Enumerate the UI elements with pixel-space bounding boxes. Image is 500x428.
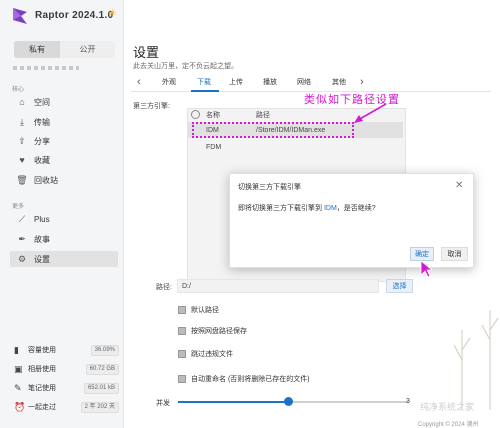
path-input[interactable]: D:/ bbox=[177, 279, 379, 293]
concurrency-value: 3 bbox=[406, 398, 410, 405]
header-radio-icon bbox=[191, 110, 200, 119]
wand-icon: ⟋ bbox=[18, 213, 26, 224]
concurrency-label: 并发 bbox=[156, 400, 170, 407]
engine-label: 第三方引擎: bbox=[133, 103, 170, 110]
stat-notes: ✎ 笔记使用 652.01 kB bbox=[14, 381, 119, 395]
engine-header-path: 路径 bbox=[256, 112, 270, 119]
tab-appearance[interactable]: 外观 bbox=[162, 77, 176, 87]
segment-public[interactable]: 公开 bbox=[60, 41, 115, 58]
decorative-trees bbox=[453, 310, 499, 410]
sidebar-item-story[interactable]: ✒ 故事 bbox=[10, 231, 118, 247]
slider-handle[interactable] bbox=[284, 397, 293, 406]
segment-private[interactable]: 私有 bbox=[14, 41, 60, 58]
tab-upload[interactable]: 上传 bbox=[229, 77, 243, 87]
annotation-arrow-icon bbox=[354, 103, 387, 123]
copyright: Copyright © 2024 澳州 bbox=[418, 422, 479, 428]
checkbox[interactable] bbox=[178, 327, 186, 335]
confirm-button[interactable]: 确定 bbox=[410, 247, 434, 261]
tab-download[interactable]: 下载 bbox=[197, 77, 211, 87]
dialog-message: 即将切换第三方下载引擎到 IDM，是否继续? bbox=[238, 205, 376, 212]
section-label-core: 核心 bbox=[12, 87, 25, 93]
checkbox[interactable] bbox=[178, 375, 186, 383]
mouse-cursor-icon bbox=[420, 260, 434, 278]
app-title: Raptor 2024.1.0 bbox=[35, 10, 114, 21]
share-icon: ⇪ bbox=[18, 135, 26, 146]
feather-icon: ✒ bbox=[18, 233, 26, 244]
close-icon[interactable]: ✕ bbox=[455, 180, 463, 191]
sidebar-item-favorites[interactable]: ♥ 收藏 bbox=[10, 152, 118, 168]
bar-chart-icon: ▮ bbox=[14, 344, 19, 355]
stat-together: ⏰ 一起走过 2 年 202 天 bbox=[14, 400, 119, 414]
page-title: 设置 bbox=[133, 45, 160, 60]
dialog-engine-name: IDM bbox=[323, 205, 337, 212]
tab-other[interactable]: 其他 bbox=[332, 77, 346, 87]
watermark: 纯净系统之家 bbox=[420, 403, 475, 413]
dialog-title: 切换第三方下载引擎 bbox=[238, 184, 301, 191]
theme-toggle-icon[interactable]: ☀ bbox=[108, 8, 117, 19]
option-auto-rename[interactable]: 自动重命名 (否则将删除已存在的文件) bbox=[178, 373, 310, 385]
stat-capacity: ▮ 容量使用 36.09% bbox=[14, 343, 119, 357]
sidebar-item-space[interactable]: ⌂ 空间 bbox=[10, 94, 118, 110]
sidebar-item-share[interactable]: ⇪ 分享 bbox=[10, 133, 118, 149]
tab-playback[interactable]: 播放 bbox=[263, 77, 277, 87]
page-subtitle: 此去关山万里，定不负云起之望。 bbox=[133, 63, 238, 70]
active-tab-indicator bbox=[191, 90, 219, 92]
engine-row-name[interactable]: FDM bbox=[206, 144, 221, 151]
sidebar-item-recycle[interactable]: 🗑 回收站 bbox=[10, 172, 118, 188]
slider-fill bbox=[178, 401, 289, 403]
cancel-button[interactable]: 取消 bbox=[441, 247, 468, 261]
heart-icon: ♥ bbox=[19, 155, 25, 165]
sidebar-item-transfer[interactable]: ⤓ 传输 bbox=[10, 114, 118, 130]
checkbox[interactable] bbox=[178, 306, 186, 314]
download-icon: ⤓ bbox=[20, 116, 24, 127]
image-icon: ▣ bbox=[14, 363, 23, 374]
sidebar-item-plus[interactable]: ⟋ Plus bbox=[10, 211, 118, 227]
note-icon: ✎ bbox=[14, 382, 22, 393]
gear-icon: ⚙ bbox=[17, 253, 27, 264]
stat-album: ▣ 相册使用 60.72 GB bbox=[14, 362, 119, 376]
trash-icon: 🗑 bbox=[16, 174, 28, 185]
section-label-more: 更多 bbox=[12, 204, 25, 210]
option-default-path[interactable]: 默认路径 bbox=[178, 304, 219, 316]
home-icon: ⌂ bbox=[19, 97, 25, 107]
option-skip-violations[interactable]: 跳过违规文件 bbox=[178, 348, 233, 360]
sidebar-item-settings[interactable]: ⚙ 设置 bbox=[10, 251, 118, 267]
path-label: 路径: bbox=[156, 284, 172, 291]
dots-divider bbox=[13, 66, 79, 70]
browse-button[interactable]: 选择 bbox=[386, 279, 413, 293]
checkbox[interactable] bbox=[178, 350, 186, 358]
option-save-by-cloud-path[interactable]: 按照网盘路径保存 bbox=[178, 325, 247, 337]
engine-header-name: 名称 bbox=[206, 112, 220, 119]
raptor-logo-icon bbox=[13, 8, 27, 24]
annotation-highlight-box bbox=[192, 122, 354, 138]
alarm-icon: ⏰ bbox=[14, 401, 26, 412]
tab-next-chevron-icon[interactable]: › bbox=[360, 76, 364, 88]
tab-prev-chevron-icon[interactable]: ‹ bbox=[137, 76, 141, 88]
tab-network[interactable]: 网络 bbox=[297, 77, 311, 87]
